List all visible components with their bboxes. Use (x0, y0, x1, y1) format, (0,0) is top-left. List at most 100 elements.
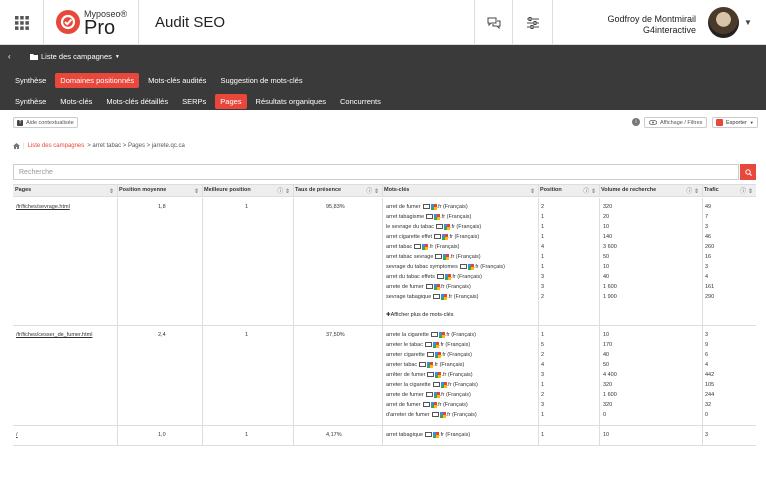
desktop-icon (425, 284, 433, 290)
sort-icon[interactable]: ⓘ ⇕ (740, 187, 753, 198)
keyword-item[interactable]: arret de fumer .fr (Français) (386, 202, 505, 212)
page-url-link[interactable]: /fr/fiches/cesser_de_fumer.html (16, 330, 92, 340)
sort-icon[interactable]: ⓘ ⇕ (277, 187, 290, 198)
keyword-text: arret de fumer (386, 204, 421, 210)
column-header[interactable]: Meilleure position ⓘ ⇕ (202, 185, 293, 196)
apps-grid-icon[interactable] (0, 0, 44, 45)
avatar[interactable] (708, 7, 739, 38)
chevron-down-icon[interactable]: ▼ (744, 18, 752, 27)
keyword-item[interactable]: arrete la cigarette .fr (Français) (386, 330, 478, 340)
traffic-value: 0 (705, 412, 709, 418)
secondary-tab[interactable]: Résultats organiques (251, 94, 331, 109)
search-volume: 1 600 (603, 392, 617, 398)
traffic-value: 6 (705, 352, 709, 358)
keyword-item[interactable]: arreter cigarette .fr (Français) (386, 350, 478, 360)
secondary-tab[interactable]: Synthèse (10, 94, 51, 109)
keyword-item[interactable]: arreter la cigarette .fr (Français) (386, 380, 478, 390)
keyword-text: arreter la cigarette (386, 382, 431, 388)
keyword-locale: .fr (Français) (441, 372, 473, 378)
column-header[interactable]: Position moyenne ⇕ (117, 185, 202, 196)
search-button[interactable] (740, 164, 756, 180)
presence-rate: 95,83% (326, 204, 345, 210)
secondary-tab[interactable]: SERPs (177, 94, 211, 109)
keyword-position: 1 (541, 332, 545, 338)
sort-icon[interactable]: ⓘ ⇕ (583, 187, 596, 198)
keyword-item[interactable]: arreter tabac .fr (Français) (386, 360, 478, 370)
column-header[interactable]: Trafic ⓘ ⇕ (702, 185, 756, 196)
desktop-icon (433, 294, 441, 300)
keyword-position: 4 (541, 244, 545, 250)
primary-tab[interactable]: Domaines positionnés (55, 73, 140, 88)
home-icon[interactable] (13, 143, 20, 149)
breadcrumb-campaigns-link[interactable]: Liste des campagnes (28, 143, 85, 149)
keyword-locale: .fr (Français) (440, 214, 472, 220)
keyword-item[interactable]: sevrage tabagique .fr (Français) (386, 292, 505, 302)
contextual-help-button[interactable]: ? Aide contextualisée (13, 117, 78, 128)
keyword-item[interactable]: arrete de fumer .fr (Français) (386, 390, 478, 400)
desktop-icon (430, 332, 438, 338)
keyword-item[interactable]: arreter le tabac .fr (Français) (386, 340, 478, 350)
keyword-item[interactable]: arret tabac .fr (Français) (386, 242, 505, 252)
desktop-icon (459, 264, 467, 270)
desktop-icon (422, 204, 430, 210)
traffic-value: 46 (705, 234, 712, 240)
keyword-item[interactable]: arret tabagique .fr (Français) (386, 430, 470, 440)
keywords-list: arret de fumer .fr (Français) arret tabagi… (386, 202, 505, 320)
user-company: G4interactive (642, 25, 696, 35)
keyword-item[interactable]: d'arreter de fumer .fr (Français) (386, 410, 478, 420)
page-url-link[interactable]: /fr/fiches/sevrage.html (16, 202, 70, 212)
keyword-locale: .fr (Français) (445, 412, 477, 418)
traffic-value: 442 (705, 372, 715, 378)
top-bar: Myposeo® Pro Audit SEO Godfroy de Montmi… (0, 0, 766, 45)
chat-icon[interactable] (474, 0, 512, 45)
primary-tab[interactable]: Suggestion de mots-clés (215, 73, 307, 88)
secondary-tab[interactable]: Pages (215, 94, 247, 109)
keyword-item[interactable]: arrete de fumer .fr (Français) (386, 282, 505, 292)
column-header[interactable]: Pages ⇕ (13, 185, 117, 196)
keyword-item[interactable]: le sevrage du tabac .fr (Français) (386, 222, 505, 232)
page-url-link[interactable]: / (16, 430, 18, 440)
sort-icon[interactable]: ⓘ ⇕ (366, 187, 379, 198)
info-icon[interactable]: i (632, 118, 640, 126)
sort-icon[interactable]: ⇕ (109, 187, 114, 198)
keyword-item[interactable]: arret du tabac effets .fr (Français) (386, 272, 505, 282)
secondary-tab[interactable]: Concurrents (335, 94, 386, 109)
search-input[interactable]: Recherche (13, 164, 739, 180)
keyword-item[interactable]: arret de fumer .fr (Français) (386, 400, 478, 410)
column-header[interactable]: Taux de présence ⓘ ⇕ (293, 185, 382, 196)
keyword-item[interactable]: arret tabac sevrage .fr (Français) (386, 252, 505, 262)
keyword-text: arret du tabac effets (386, 274, 435, 280)
keyword-item[interactable]: sevrage du tabac symptomes .fr (Français) (386, 262, 505, 272)
settings-sliders-icon[interactable] (512, 0, 552, 45)
table-row: / 1,0 1 4,17% arret tabagique .fr (Français) 1… (13, 426, 756, 446)
column-header[interactable]: Mots-clés ⇕ (382, 185, 538, 196)
search-volume: 10 (603, 264, 610, 270)
show-more-keywords-button[interactable]: ✚Afficher plus de mots-clés (386, 310, 505, 320)
column-header[interactable]: Volume de recherche ⓘ ⇕ (599, 185, 702, 196)
myposeo-logo[interactable]: Myposeo® Pro (52, 6, 137, 40)
search-volume: 40 (603, 352, 610, 358)
sort-icon[interactable]: ⇕ (530, 187, 535, 198)
traffic-value-list: 3 (705, 430, 708, 440)
desktop-icon (425, 342, 432, 348)
column-header-label: Pages (15, 187, 32, 193)
sort-icon[interactable]: ⇕ (194, 187, 199, 198)
back-arrow-icon[interactable]: ‹ (8, 52, 11, 61)
keyword-item[interactable]: arrêter de fumer .fr (Français) (386, 370, 478, 380)
sort-icon[interactable]: ⓘ ⇕ (686, 187, 699, 198)
secondary-tab[interactable]: Mots-clés détaillés (101, 94, 173, 109)
export-button[interactable]: Exporter ▼ (712, 117, 758, 128)
display-filters-button[interactable]: Affichage / Filtres (644, 117, 708, 128)
user-name[interactable]: Godfroy de Montmirail G4interactive (607, 14, 696, 36)
column-header[interactable]: Position ⓘ ⇕ (538, 185, 599, 196)
keyword-item[interactable]: arret cigarette effet .fr (Français) (386, 232, 505, 242)
column-header-label: Mots-clés (384, 187, 410, 193)
secondary-tab[interactable]: Mots-clés (55, 94, 97, 109)
primary-tab[interactable]: Mots-clés audités (143, 73, 211, 88)
primary-tab[interactable]: Synthèse (10, 73, 51, 88)
campaigns-dropdown[interactable]: Liste des campagnes ▼ (30, 52, 120, 61)
keyword-text: arrete de fumer (386, 392, 424, 398)
keyword-item[interactable]: arret tabagisme .fr (Français) (386, 212, 505, 222)
breadcrumb: | Liste des campagnes > arret tabac > Pa… (13, 143, 185, 149)
user-full-name: Godfroy de Montmirail (607, 14, 696, 24)
